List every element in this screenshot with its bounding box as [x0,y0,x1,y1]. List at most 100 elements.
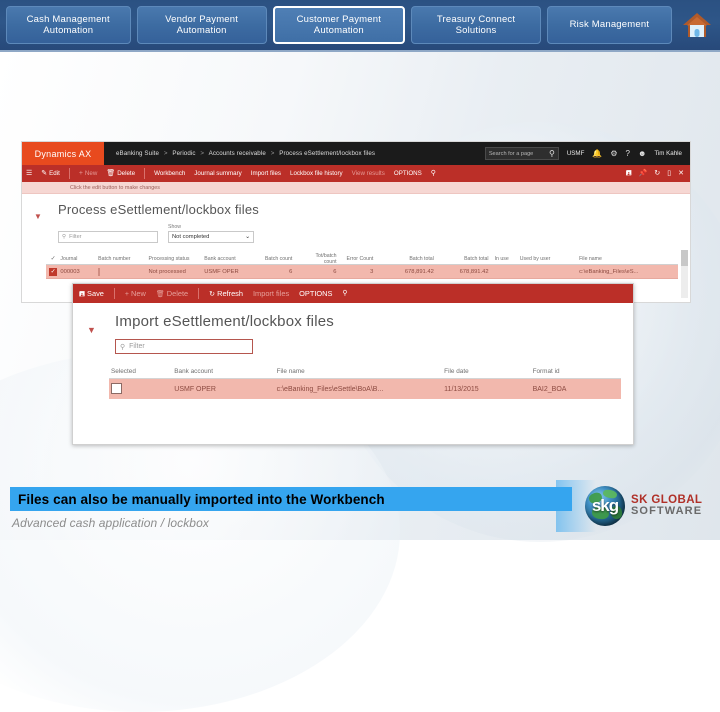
breadcrumb-separator: > [270,150,275,157]
cell-batch-number[interactable] [98,267,148,276]
select-all-checkbox[interactable]: ✓ [46,256,60,263]
divider [198,288,200,299]
column-header-error-count[interactable]: Error Count [345,256,386,262]
new-label: New [131,289,146,298]
column-header-in-use[interactable]: In use [495,256,520,262]
gear-icon[interactable]: ⚙ [610,149,617,158]
batch-number-input[interactable] [98,267,101,276]
table-header-row: Selected Bank account File name File dat… [109,365,621,379]
nav-button-line2: Automation [313,25,364,36]
nav-button-risk-management[interactable]: Risk Management [547,6,672,44]
cell-bank-account: USMF OPER [204,268,239,275]
home-button[interactable] [680,5,714,45]
vertical-scrollbar[interactable] [681,250,688,298]
import-filter-input[interactable]: ⚲ Filter [115,339,253,354]
divider [113,288,115,299]
table-row[interactable]: USMF OPER c:\eBanking_Files\eSettle\BoA\… [109,379,621,399]
table-header-row: ✓ Journal Batch number Processing status… [46,253,678,265]
action-edit[interactable]: ✎ Edit [41,170,60,177]
breadcrumb: eBanking Suite > Periodic > Accounts rec… [116,150,375,157]
save-button[interactable]: 🖪 Save [79,289,104,298]
page-title: Process eSettlement/lockbox files [58,202,259,217]
nav-button-cash-management-automation[interactable]: Cash Management Automation [6,6,131,44]
search-icon: ⚲ [62,234,67,240]
action-lockbox-file-history[interactable]: Lockbox file history [290,170,343,177]
column-header-batch-total-2[interactable]: Batch total [442,256,495,262]
bell-icon[interactable]: 🔔 [592,149,602,158]
help-icon[interactable]: ? [626,149,630,158]
column-header-batch-number[interactable]: Batch number [98,256,148,262]
hamburger-menu-icon[interactable]: ☰ [26,170,32,177]
window-icon[interactable]: ▯ [667,170,671,177]
column-header-bank-account[interactable]: Bank account [174,368,276,375]
column-header-processing-status[interactable]: Processing status [149,256,205,262]
brand-wordmark: SK GLOBAL SOFTWARE [631,494,702,518]
column-header-bank-account[interactable]: Bank account [204,256,256,262]
nav-button-line2: Solutions [455,25,497,36]
breadcrumb-item-2[interactable]: Accounts receivable [209,150,266,157]
row-checkbox[interactable]: ✓ [46,267,60,276]
cell-error-count: 3 [370,268,374,275]
action-options[interactable]: OPTIONS [394,170,422,177]
cell-batch-count: 6 [289,268,293,275]
ax-title-bar: Dynamics AX eBanking Suite > Periodic > … [22,142,690,165]
breadcrumb-item-1[interactable]: Periodic [172,150,195,157]
ax-filter-row: ⚲ Filter Show Not completed ⌄ [58,224,254,243]
action-new[interactable]: + New [79,170,97,177]
nav-button-customer-payment-automation[interactable]: Customer Payment Automation [272,6,405,44]
import-files-window: 🖪 Save + New 🗑 Delete ↻ Refresh Import f… [72,283,634,445]
search-icon[interactable]: ⚲ [431,170,436,177]
column-header-batch-total[interactable]: Batch total [385,256,442,262]
pin-icon[interactable]: 📌 [639,170,648,177]
cell-format-id: BAI2_BOA [532,385,567,393]
action-delete[interactable]: 🗑 Delete [106,170,135,177]
search-icon: ⚲ [120,343,126,351]
column-header-file-name[interactable]: File name [277,368,445,375]
user-icon[interactable]: ☻ [638,149,646,158]
options-button[interactable]: OPTIONS [299,289,332,298]
column-header-format-id[interactable]: Format id [533,368,621,375]
action-import-files[interactable]: Import files [251,170,281,177]
show-label: Show [168,224,181,230]
search-icon[interactable]: ⚲ [342,290,347,297]
column-header-journal[interactable]: Journal [60,256,98,262]
import-window-body: ▼ Import eSettlement/lockbox files ⚲ Fil… [73,303,633,444]
home-icon [682,13,711,37]
column-header-tot-batch-count[interactable]: Tot/batch count [302,253,344,265]
delete-button: 🗑 Delete [156,289,188,298]
column-header-file-date[interactable]: File date [444,368,532,375]
row-checkbox[interactable] [109,382,174,396]
save-icon[interactable]: 🖪 [626,170,632,177]
refresh-button[interactable]: ↻ Refresh [209,289,243,298]
nav-button-treasury-connect-solutions[interactable]: Treasury Connect Solutions [410,6,542,44]
column-header-selected[interactable]: Selected [109,368,174,375]
skg-monogram: skg [591,496,619,515]
chevron-down-icon[interactable]: ▼ [87,325,96,335]
divider [144,168,146,179]
column-header-batch-count[interactable]: Batch count [256,256,302,262]
close-icon[interactable]: ✕ [678,170,684,177]
show-select[interactable]: Not completed ⌄ [168,231,254,243]
trash-icon: 🗑 [106,170,116,177]
action-journal-summary[interactable]: Journal summary [194,170,241,177]
column-header-file-name[interactable]: File name [579,256,678,262]
search-input[interactable]: Search for a page ⚲ [484,147,559,160]
save-label: Save [87,289,104,298]
nav-button-line2: Automation [43,25,94,36]
cell-file-date: 11/13/2015 [444,385,479,393]
chevron-down-icon[interactable]: ▼ [34,212,42,221]
breadcrumb-item-0[interactable]: eBanking Suite [116,150,159,157]
column-header-used-by-user[interactable]: Used by user [520,256,579,262]
plus-icon: + [124,291,129,298]
action-workbench[interactable]: Workbench [154,170,185,177]
breadcrumb-item-3[interactable]: Process eSettlement/lockbox files [279,150,375,157]
company-label[interactable]: USMF [567,150,585,157]
refresh-icon[interactable]: ↻ [654,170,660,177]
refresh-label: Refresh [217,289,243,298]
search-placeholder: Search for a page [488,150,534,157]
scrollbar-thumb[interactable] [681,250,688,266]
filter-input[interactable]: ⚲ Filter [58,231,158,243]
nav-button-vendor-payment-automation[interactable]: Vendor Payment Automation [136,6,267,44]
table-row[interactable]: ✓ 000003 Not processed USMF OPER 6 6 3 6… [46,265,678,279]
ax-product-logo: Dynamics AX [22,142,104,165]
